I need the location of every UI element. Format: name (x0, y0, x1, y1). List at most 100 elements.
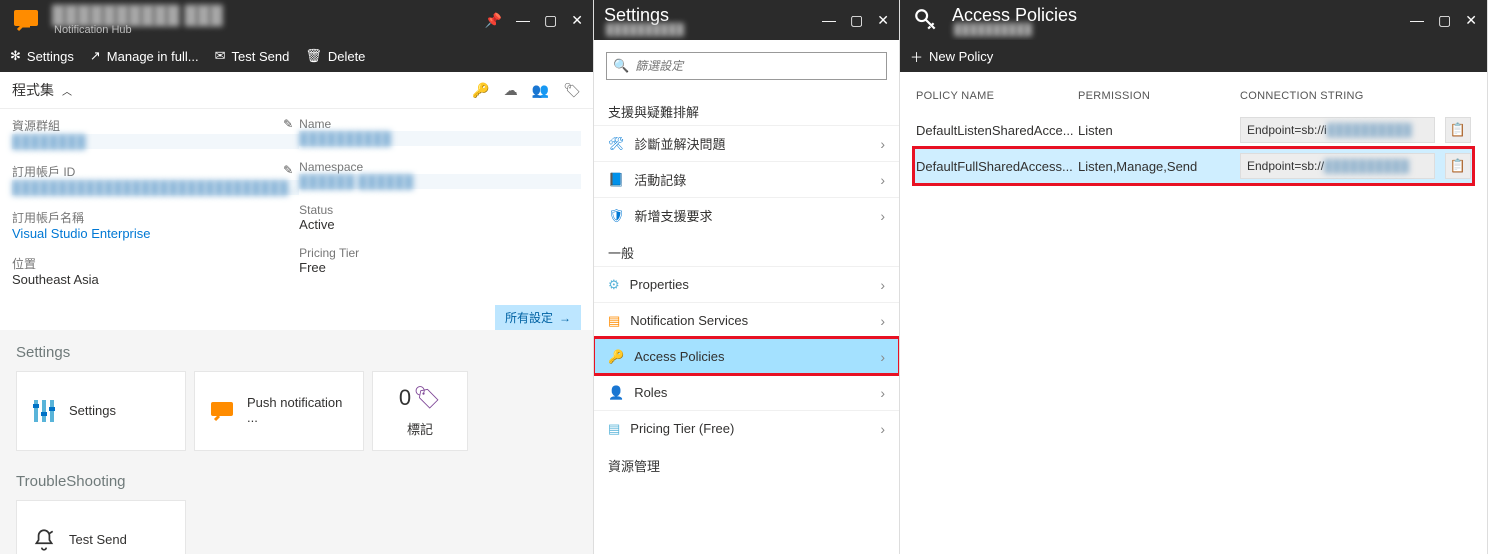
maximize-icon[interactable]: ▢ (850, 12, 863, 29)
toolbar-settings[interactable]: ✻Settings (10, 48, 74, 64)
settings-search-input[interactable] (635, 59, 880, 73)
roles-icon: 👤 (608, 385, 624, 401)
chevron-right-icon: › (880, 277, 885, 293)
prop-location: 位置 Southeast Asia (12, 255, 299, 287)
copy-icon: 📋 (1450, 122, 1466, 138)
settings-item-activity-log[interactable]: 📘活動記錄› (594, 161, 899, 197)
tag-icon: 🏷 (413, 385, 441, 411)
settings-item-access-policies[interactable]: 🔑Access Policies› (594, 338, 899, 374)
settings-item-new-support[interactable]: 🛡新增支援要求› (594, 197, 899, 233)
panel-access-policies: Access Policies ██████████ — ▢ ✕ ＋New Po… (900, 0, 1488, 554)
close-icon[interactable]: ✕ (571, 12, 583, 29)
all-settings-button[interactable]: 所有設定 → (495, 305, 581, 330)
users-icon[interactable]: 👥 (532, 82, 549, 99)
toolbar-delete[interactable]: 🗑Delete (305, 48, 365, 64)
maximize-icon[interactable]: ▢ (544, 12, 557, 29)
panel1-toolbar: ✻Settings ↗Manage in full... ✉Test Send … (0, 40, 593, 72)
panel2-title: Settings (604, 5, 684, 26)
chevron-right-icon: › (880, 208, 885, 224)
toolbar-manage[interactable]: ↗Manage in full... (90, 48, 199, 64)
settings-group-support: 支援與疑難排解 (594, 92, 899, 125)
prop-subscription-name: 訂用帳戶名稱 Visual Studio Enterprise (12, 209, 299, 241)
minimize-icon[interactable]: — (516, 12, 530, 28)
policy-table-header: POLICY NAME PERMISSION CONNECTION STRING (914, 90, 1473, 112)
panel3-subtitle: ██████████ (954, 24, 1077, 36)
settings-item-notification-services[interactable]: ▤Notification Services› (594, 302, 899, 338)
arrow-right-icon: → (559, 311, 571, 325)
cloud-icon[interactable]: ☁ (504, 82, 518, 99)
settings-group-general: 一般 (594, 233, 899, 266)
chevron-right-icon: › (880, 313, 885, 329)
close-icon[interactable]: ✕ (1465, 12, 1477, 29)
new-policy-button[interactable]: ＋New Policy (910, 47, 993, 66)
copy-icon: 📋 (1450, 158, 1466, 174)
prop-resource-group: ✎ 資源群組 ████████ (12, 117, 299, 149)
panel-notification-hub: ██████████ ███ Notification Hub 📌 — ▢ ✕ … (0, 0, 594, 554)
sliders-icon (31, 398, 57, 424)
maximize-icon[interactable]: ▢ (1438, 12, 1451, 29)
essentials-header[interactable]: 程式集 ︿ 🔑 ☁ 👥 🏷 (0, 72, 593, 109)
tile-test-send[interactable]: Test Send (16, 500, 186, 554)
chevron-right-icon: › (880, 136, 885, 152)
plus-icon: ＋ (910, 47, 923, 66)
close-icon[interactable]: ✕ (877, 12, 889, 29)
bell-icon (31, 527, 57, 553)
connection-string-field[interactable]: Endpoint=sb://i██████████ (1240, 117, 1435, 143)
key-icon: 🔑 (608, 349, 624, 365)
panel1-subtitle: Notification Hub (54, 24, 223, 36)
edit-icon[interactable]: ✎ (283, 163, 293, 177)
chevron-right-icon: › (880, 172, 885, 188)
trash-icon: 🗑 (305, 48, 322, 64)
settings-item-diagnose[interactable]: 🛠診斷並解決問題› (594, 125, 899, 161)
prop-name: Name ██████████ (299, 117, 581, 146)
group-settings-title: Settings (16, 344, 577, 361)
gear-icon: ✻ (10, 48, 21, 64)
edit-icon[interactable]: ✎ (283, 117, 293, 131)
prop-pricing-tier: Pricing Tier Free (299, 246, 581, 275)
push-icon (209, 398, 235, 424)
settings-item-properties[interactable]: ⚙Properties› (594, 266, 899, 302)
policy-row[interactable]: DefaultFullSharedAccess... Listen,Manage… (914, 148, 1473, 184)
prop-subscription-id: ✎ 訂用帳戶 ID ██████████████████████████████… (12, 163, 299, 195)
chevron-right-icon: › (880, 349, 885, 365)
key-icon (910, 4, 942, 36)
panel1-title: ██████████ ███ (52, 5, 223, 26)
minimize-icon[interactable]: — (1410, 12, 1424, 28)
settings-search[interactable]: 🔍 (606, 52, 887, 80)
external-icon: ↗ (90, 48, 101, 64)
key-icon[interactable]: 🔑 (472, 82, 489, 99)
notification-hub-icon (10, 4, 42, 36)
tile-tags[interactable]: 0🏷 標記 (372, 371, 468, 451)
pin-icon[interactable]: 📌 (485, 12, 502, 29)
group-troubleshooting-title: TroubleShooting (16, 473, 577, 490)
tile-push-notification[interactable]: Push notification ... (194, 371, 364, 451)
pricing-icon: ▤ (608, 421, 620, 437)
wrench-icon: 🛠 (608, 136, 625, 152)
policy-row[interactable]: DefaultListenSharedAcce... Listen Endpoi… (914, 112, 1473, 148)
tag-icon[interactable]: 🏷 (563, 82, 581, 99)
panel-settings: Settings ██████████ — ▢ ✕ 🔍 支援與疑難排解 🛠診斷並… (594, 0, 900, 554)
chevron-up-icon: ︿ (62, 83, 72, 98)
search-icon: 🔍 (613, 58, 629, 74)
prop-status: Status Active (299, 203, 581, 232)
log-icon: 📘 (608, 172, 624, 188)
settings-item-roles[interactable]: 👤Roles› (594, 374, 899, 410)
send-icon: ✉ (215, 48, 226, 64)
properties-grid: ✎ 資源群組 ████████ ✎ 訂用帳戶 ID ██████████████… (0, 109, 593, 295)
panel2-subtitle: ██████████ (606, 24, 684, 36)
chevron-right-icon: › (880, 421, 885, 437)
prop-namespace: Namespace ██████ ██████ (299, 160, 581, 189)
connection-string-field[interactable]: Endpoint=sb://██████████ (1240, 153, 1435, 179)
sliders-icon: ⚙ (608, 277, 620, 293)
tile-settings[interactable]: Settings (16, 371, 186, 451)
services-icon: ▤ (608, 313, 620, 329)
toolbar-testsend[interactable]: ✉Test Send (215, 48, 290, 64)
copy-button[interactable]: 📋 (1445, 117, 1471, 143)
support-icon: 🛡 (608, 208, 625, 224)
settings-group-resource-mgmt: 資源管理 (594, 446, 899, 479)
copy-button[interactable]: 📋 (1445, 153, 1471, 179)
settings-item-pricing-tier[interactable]: ▤Pricing Tier (Free)› (594, 410, 899, 446)
panel1-header: ██████████ ███ Notification Hub 📌 — ▢ ✕ … (0, 0, 593, 72)
minimize-icon[interactable]: — (822, 12, 836, 28)
chevron-right-icon: › (880, 385, 885, 401)
